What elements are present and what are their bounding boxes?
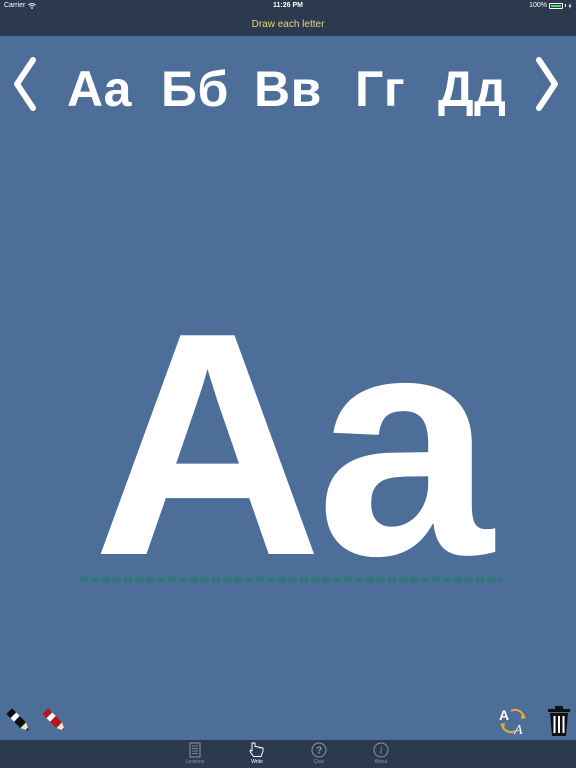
chevron-left-icon bbox=[14, 57, 36, 111]
tab-about[interactable]: i About bbox=[351, 740, 411, 768]
tab-label: Lessons bbox=[185, 759, 205, 765]
swap-letter-icon: A A bbox=[499, 707, 526, 738]
tab-lessons[interactable]: Lessons bbox=[165, 740, 225, 768]
battery-percent: 100% bbox=[529, 2, 547, 9]
letter-item[interactable]: Вв bbox=[254, 58, 322, 120]
practice-letter: Aa bbox=[92, 267, 494, 622]
trash-icon bbox=[548, 706, 570, 736]
tab-bar: Lessons Write ? Quiz i About bbox=[0, 740, 576, 768]
hand-pointer-icon bbox=[249, 742, 265, 758]
page-title: Draw each letter bbox=[251, 18, 325, 30]
letter-selector: Aa Бб Вв Гг Дд bbox=[60, 58, 520, 120]
svg-text:i: i bbox=[380, 746, 383, 757]
tab-label: Write bbox=[251, 759, 263, 765]
battery-tip bbox=[565, 4, 566, 7]
battery-icon bbox=[549, 2, 563, 9]
next-letters-button[interactable] bbox=[532, 56, 562, 112]
tab-quiz[interactable]: ? Quiz bbox=[289, 740, 349, 768]
tab-label: Quiz bbox=[313, 759, 325, 765]
letter-item[interactable]: Aa bbox=[67, 58, 132, 120]
black-pen-icon bbox=[6, 708, 29, 731]
battery-indicator: 100% bbox=[529, 2, 572, 9]
question-icon: ? bbox=[311, 742, 327, 758]
book-icon bbox=[188, 742, 202, 758]
tab-label: About bbox=[374, 759, 388, 765]
header-bar: Draw each letter bbox=[0, 12, 576, 36]
svg-text:?: ? bbox=[316, 746, 322, 757]
letter-item[interactable]: Дд bbox=[438, 58, 506, 120]
tab-write[interactable]: Write bbox=[227, 740, 287, 768]
svg-text:A: A bbox=[499, 707, 509, 723]
red-pen-button[interactable] bbox=[38, 704, 72, 738]
red-pen-icon bbox=[42, 708, 65, 731]
dotted-baseline bbox=[80, 577, 502, 582]
previous-letters-button[interactable] bbox=[10, 56, 40, 112]
letter-item[interactable]: Гг bbox=[355, 58, 405, 120]
status-bar: Carrier 11:26 PM 100% bbox=[0, 0, 576, 12]
charging-bolt-icon bbox=[568, 2, 572, 9]
chevron-right-icon bbox=[536, 57, 558, 111]
swap-letter-button[interactable]: A A bbox=[496, 704, 530, 738]
letter-item[interactable]: Бб bbox=[161, 58, 229, 120]
info-icon: i bbox=[373, 742, 389, 758]
black-pen-button[interactable] bbox=[2, 704, 36, 738]
status-time: 11:26 PM bbox=[273, 2, 303, 9]
clear-drawing-button[interactable] bbox=[542, 704, 576, 738]
